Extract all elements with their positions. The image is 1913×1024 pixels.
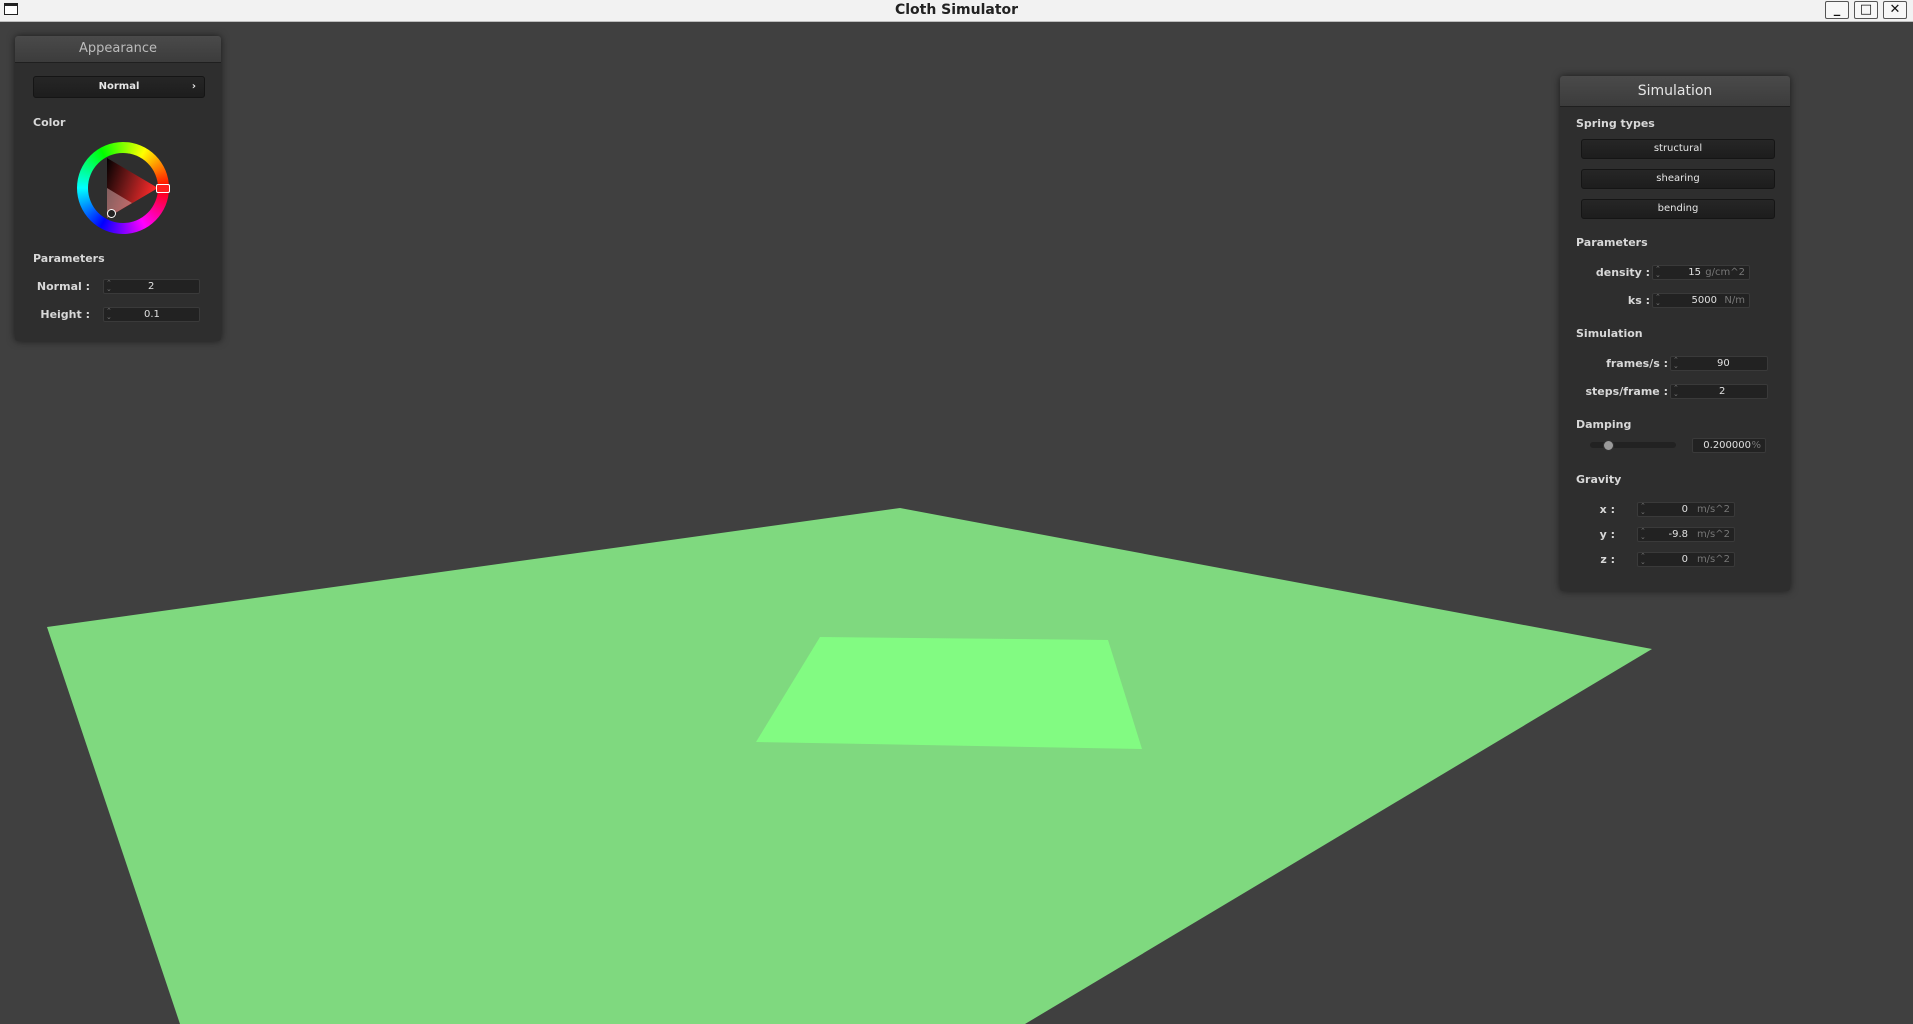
cloth-patch [756,637,1142,749]
density-label: density : [1595,266,1650,279]
fps-input[interactable]: ⌃ ⌄ 90 [1670,356,1768,371]
stepper-icon[interactable]: ⌃ ⌄ [1655,266,1663,279]
hue-selector-handle[interactable] [156,184,170,193]
stepper-icon[interactable]: ⌃ ⌄ [1640,553,1648,566]
shader-selector[interactable]: Normal › [33,76,205,98]
ks-input[interactable]: ⌃ ⌄ 5000 N/m [1652,293,1750,308]
gravity-z-input[interactable]: ⌃ ⌄ 0 m/s^2 [1637,552,1735,567]
damping-slider[interactable] [1590,440,1676,451]
fps-value: 90 [1717,358,1730,369]
stepper-icon[interactable]: ⌃ ⌄ [1673,357,1681,370]
height-label: Height : [40,308,90,321]
spring-types-label: Spring types [1576,117,1655,130]
structural-spring-button[interactable]: structural [1581,139,1775,159]
fps-label: frames/s : [1606,357,1668,370]
gravity-x-value: 0 [1681,504,1688,515]
simulation-panel-title: Simulation [1560,76,1790,107]
ks-unit: N/m [1724,295,1745,306]
gravity-label: Gravity [1576,473,1622,486]
height-input[interactable]: ⌃ ⌄ 0.1 [103,307,200,322]
color-label: Color [33,116,66,129]
window-title: Cloth Simulator [894,2,1019,18]
appearance-panel-title: Appearance [15,36,221,63]
gravity-z-value: 0 [1681,554,1688,565]
density-value: 15 [1688,267,1701,278]
gravity-x-input[interactable]: ⌃ ⌄ 0 m/s^2 [1637,502,1735,517]
gravity-x-unit: m/s^2 [1696,504,1730,515]
shearing-spring-button[interactable]: shearing [1581,169,1775,189]
window-title-bar: Cloth Simulator _ □ ✕ [0,0,1913,22]
stepper-icon[interactable]: ⌃ ⌄ [1640,503,1648,516]
normal-input[interactable]: ⌃ ⌄ 2 [103,279,200,294]
chevron-right-icon: › [191,81,196,92]
maximize-button[interactable]: □ [1854,1,1878,19]
gravity-y-unit: m/s^2 [1696,529,1730,540]
gravity-z-unit: m/s^2 [1696,554,1730,565]
stepper-icon[interactable]: ⌃ ⌄ [1640,528,1648,541]
normal-value: 2 [148,281,155,292]
damping-slider-knob[interactable] [1603,440,1615,451]
gravity-x-label: x : [1599,503,1615,516]
damping-input[interactable]: 0.200000 % [1692,438,1766,453]
damping-unit: % [1751,440,1761,451]
stepper-icon[interactable]: ⌃ ⌄ [106,308,114,321]
cloth-plane [47,508,1652,1024]
simulation-section-label: Simulation [1576,327,1643,340]
simulation-panel: Simulation Spring types structural shear… [1560,76,1790,591]
stepper-icon[interactable]: ⌃ ⌄ [106,280,114,293]
bending-spring-button[interactable]: bending [1581,199,1775,219]
parameters-label: Parameters [33,252,105,265]
ks-value: 5000 [1691,295,1717,306]
color-wheel[interactable] [77,142,170,234]
damping-value: 0.200000 [1703,440,1751,451]
stepper-icon[interactable]: ⌃ ⌄ [1673,385,1681,398]
minimize-button[interactable]: _ [1825,1,1849,19]
damping-label: Damping [1576,418,1632,431]
color-picker-handle[interactable] [107,209,116,218]
shader-selected: Normal [98,81,140,92]
sim-parameters-label: Parameters [1576,236,1648,249]
height-value: 0.1 [144,309,160,320]
appearance-panel: Appearance Normal › Color Parameters Nor… [15,36,221,341]
gravity-y-input[interactable]: ⌃ ⌄ -9.8 m/s^2 [1637,527,1735,542]
steps-per-frame-input[interactable]: ⌃ ⌄ 2 [1670,384,1768,399]
stepper-icon[interactable]: ⌃ ⌄ [1655,294,1663,307]
normal-label: Normal : [36,280,90,293]
density-unit: g/cm^2 [1705,267,1745,278]
ks-label: ks : [1627,294,1650,307]
close-button[interactable]: ✕ [1883,1,1907,19]
steps-per-frame-value: 2 [1719,386,1726,397]
gravity-y-value: -9.8 [1668,529,1688,540]
gravity-y-label: y : [1599,528,1615,541]
density-input[interactable]: ⌃ ⌄ 15 g/cm^2 [1652,265,1750,280]
steps-per-frame-label: steps/frame : [1585,385,1669,398]
gravity-z-label: z : [1600,553,1615,566]
